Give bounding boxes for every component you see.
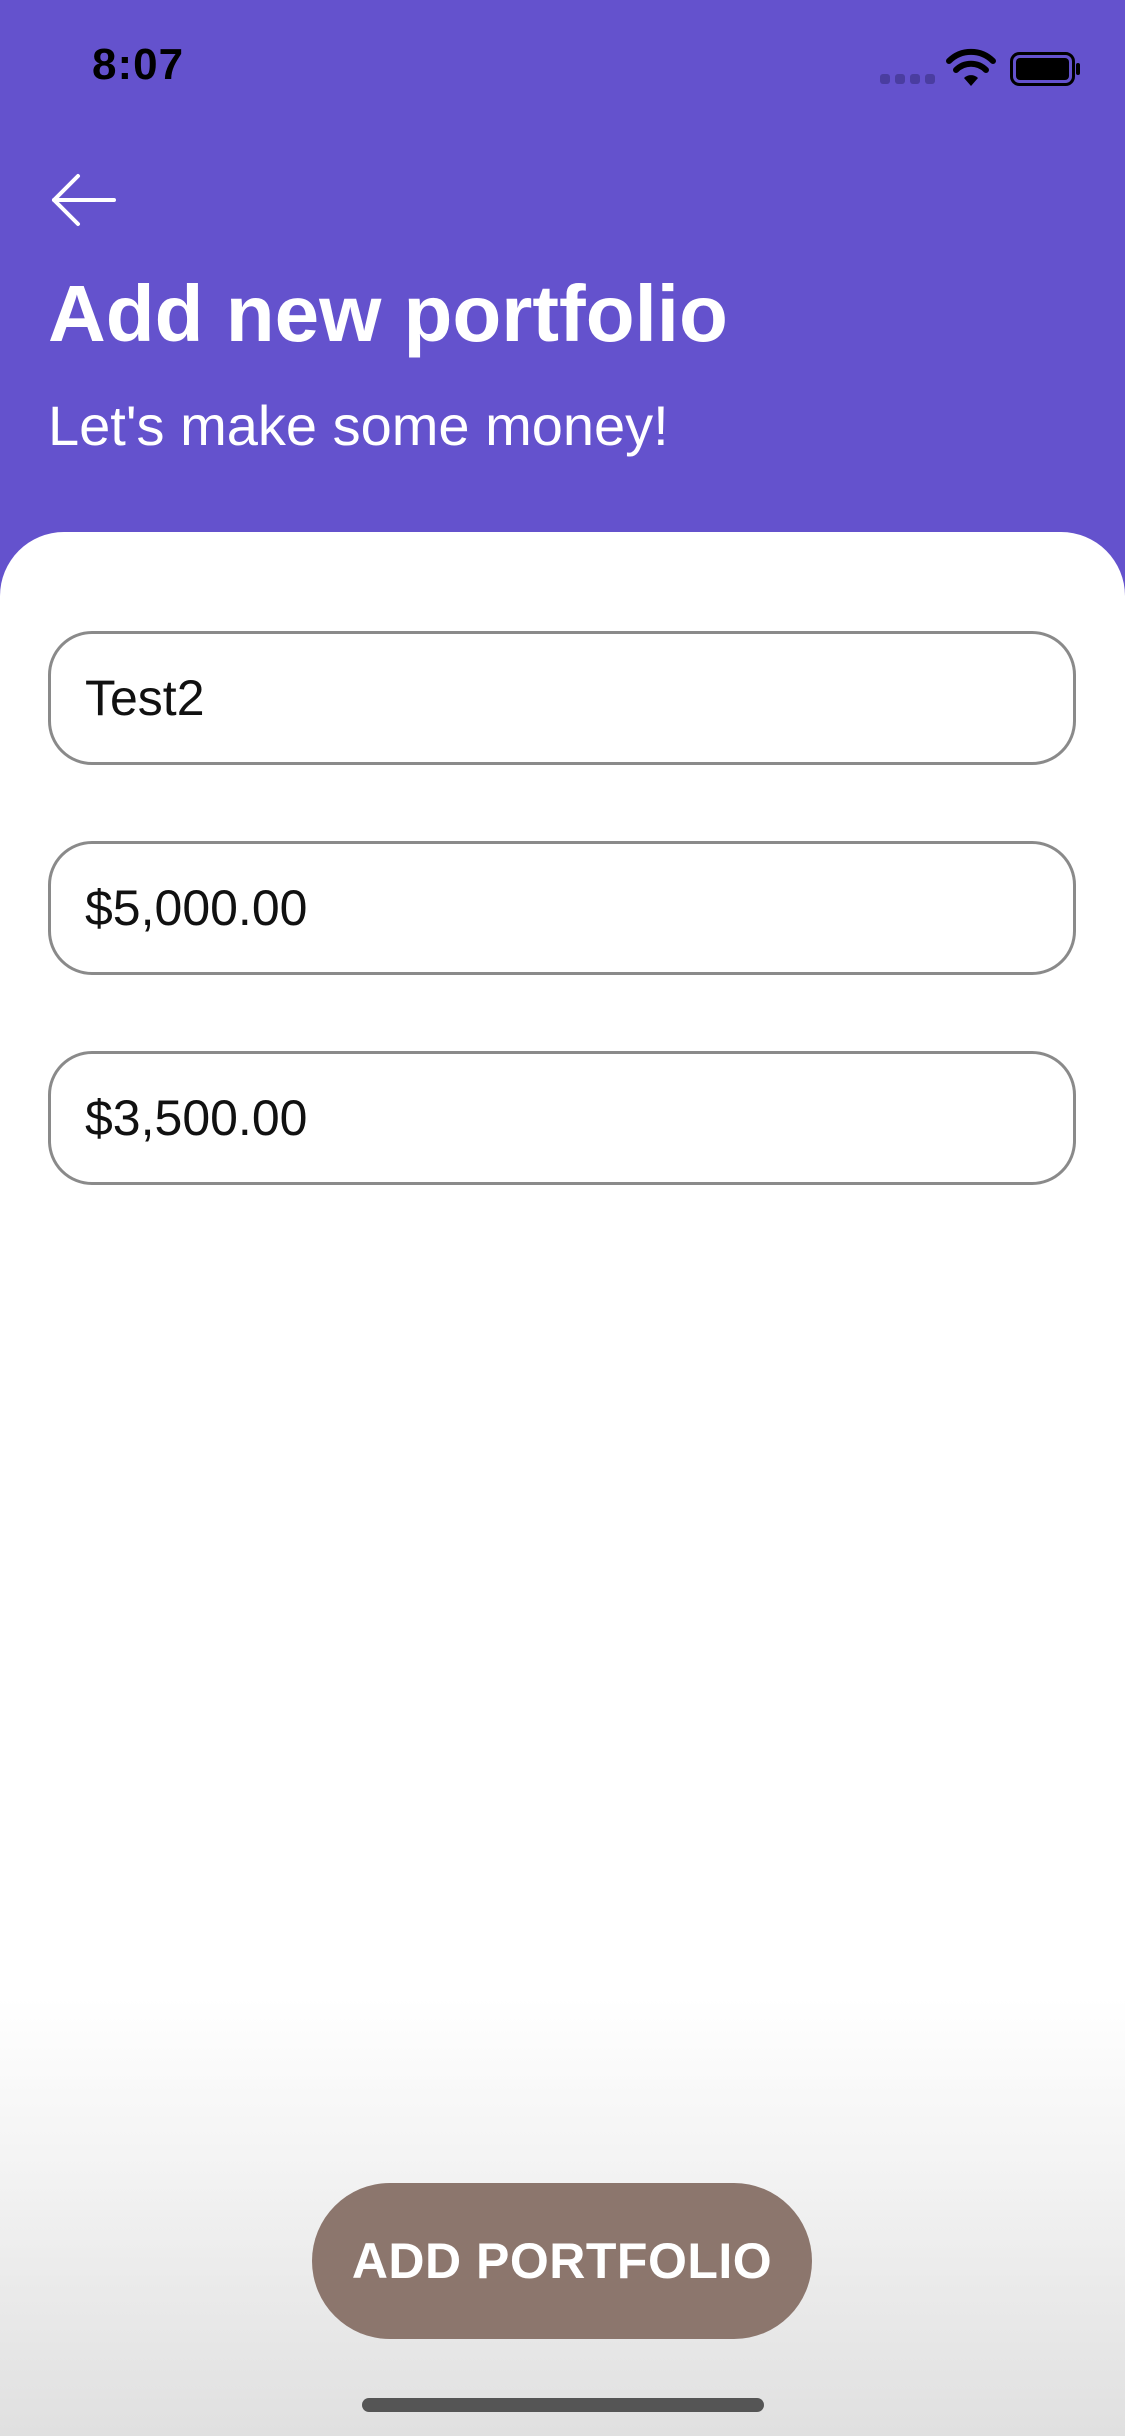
cellular-signal-icon (880, 74, 936, 84)
status-bar: 8:07 (0, 0, 1125, 140)
battery-icon (1010, 52, 1080, 86)
app-screen: 8:07 Add new portfolio Let's make some m… (0, 0, 1125, 2436)
arrow-left-icon (52, 174, 116, 226)
add-portfolio-button[interactable]: ADD PORTFOLIO (312, 2183, 812, 2339)
back-button[interactable] (48, 168, 124, 232)
form-card (0, 532, 1125, 2436)
portfolio-amount-input[interactable] (48, 841, 1076, 975)
page-subtitle: Let's make some money! (48, 394, 669, 457)
wifi-icon (946, 48, 996, 86)
home-indicator[interactable] (362, 2398, 764, 2412)
portfolio-amount-secondary-input[interactable] (48, 1051, 1076, 1185)
status-time: 8:07 (92, 40, 185, 89)
portfolio-name-input[interactable] (48, 631, 1076, 765)
page-title: Add new portfolio (48, 269, 728, 358)
